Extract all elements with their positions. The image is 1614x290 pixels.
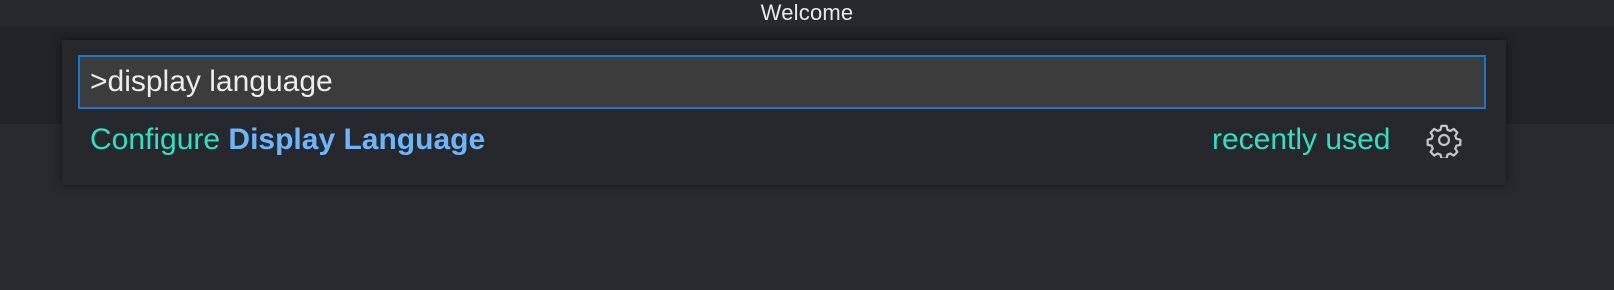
command-search-input[interactable]	[80, 57, 1484, 107]
recently-used-badge: recently used	[1212, 123, 1391, 156]
command-result-label: Configure Display Language	[90, 110, 485, 170]
command-result-item[interactable]: Configure Display Language recently used	[62, 110, 1506, 170]
command-result-prefix: Configure	[90, 123, 229, 156]
window-title: Welcome	[760, 0, 854, 25]
command-result-match-highlight: Display Language	[228, 123, 486, 156]
gear-icon[interactable]	[1426, 122, 1462, 158]
command-search-box[interactable]	[78, 55, 1486, 109]
command-palette: Configure Display Language recently used	[62, 40, 1506, 185]
title-bar: Welcome	[0, 0, 1614, 26]
